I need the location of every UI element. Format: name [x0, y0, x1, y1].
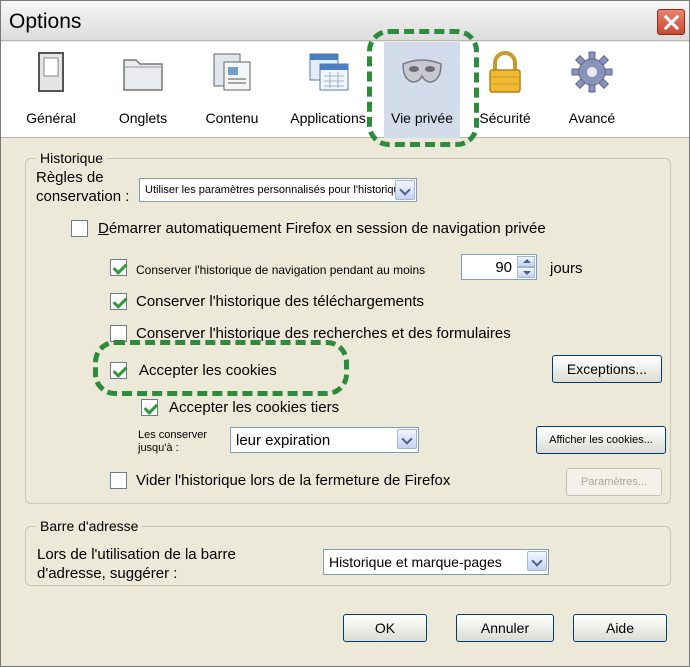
- suggest-label-line1: Lors de l'utilisation de la barre: [37, 546, 236, 563]
- help-button[interactable]: Aide: [573, 614, 667, 642]
- chevron-down-icon[interactable]: [395, 180, 415, 200]
- tab-applications-label: Applications: [290, 110, 366, 126]
- advanced-gear-icon: [571, 51, 613, 93]
- settings-button[interactable]: Paramètres...: [566, 468, 662, 496]
- address-bar-legend: Barre d'adresse: [36, 518, 143, 534]
- tab-security[interactable]: Sécurité: [467, 42, 543, 138]
- window-title: Options: [9, 10, 82, 33]
- suggest-select[interactable]: Historique et marque-pages: [323, 549, 549, 575]
- keep-history-label: Conserver l'historique de navigation pen…: [136, 263, 426, 277]
- history-days-unit: jours: [550, 260, 583, 277]
- tab-security-label: Sécurité: [479, 110, 531, 126]
- cancel-button[interactable]: Annuler: [456, 614, 554, 642]
- keep-history-checkbox[interactable]: [110, 259, 127, 276]
- ok-button-label: OK: [374, 620, 396, 636]
- tab-content[interactable]: Contenu: [191, 42, 273, 138]
- tab-applications[interactable]: Applications: [281, 42, 375, 138]
- tab-general[interactable]: Général: [15, 42, 87, 138]
- general-switch-icon: [38, 52, 64, 92]
- content-page-icon: [213, 53, 251, 91]
- tab-privacy-label: Vie privée: [390, 110, 453, 126]
- rules-label-line1: Règles de: [36, 169, 104, 186]
- cancel-button-label: Annuler: [480, 620, 530, 636]
- auto-private-checkbox[interactable]: [71, 220, 88, 237]
- chevron-down-icon[interactable]: [397, 429, 417, 449]
- suggest-value: Historique et marque-pages: [329, 554, 502, 570]
- help-button-label: Aide: [605, 620, 635, 636]
- history-days-value: 90: [495, 259, 512, 276]
- exceptions-button-label: Exceptions...: [566, 361, 648, 377]
- show-cookies-button-label: Afficher les cookies...: [549, 434, 653, 446]
- auto-private-label: Démarrer automatiquement Firefox en sess…: [98, 220, 546, 237]
- tab-content-label: Contenu: [205, 110, 259, 126]
- spin-up-icon[interactable]: [517, 256, 535, 267]
- ok-button[interactable]: OK: [343, 614, 427, 642]
- title-bar[interactable]: Options: [1, 1, 689, 41]
- spinner-buttons[interactable]: [517, 256, 535, 278]
- keep-downloads-label: Conserver l'historique des téléchargemen…: [136, 293, 425, 310]
- third-party-checkbox[interactable]: [141, 399, 158, 416]
- tab-advanced-label: Avancé: [568, 110, 616, 126]
- accept-cookies-label: Accepter les cookies: [139, 362, 277, 379]
- keep-until-select[interactable]: leur expiration: [230, 427, 419, 453]
- chevron-down-icon[interactable]: [527, 551, 547, 571]
- suggest-label-line2: d'adresse, suggérer :: [37, 565, 178, 582]
- tab-general-label: Général: [26, 110, 76, 126]
- history-days-spinner[interactable]: 90: [461, 254, 537, 280]
- clear-on-close-label: Vider l'historique lors de la fermeture …: [136, 472, 451, 489]
- security-lock-icon: [489, 51, 521, 93]
- history-legend: Historique: [36, 150, 108, 166]
- auto-private-label-rest: émarrer automatiquement Firefox en sessi…: [108, 220, 546, 237]
- third-party-label: Accepter les cookies tiers: [169, 399, 340, 416]
- keep-until-value: leur expiration: [236, 432, 331, 449]
- tab-privacy[interactable]: Vie privée: [384, 42, 460, 138]
- tab-tabs[interactable]: Onglets: [105, 42, 181, 138]
- spin-down-icon[interactable]: [517, 267, 535, 278]
- close-button[interactable]: [657, 9, 685, 35]
- settings-button-label: Paramètres...: [580, 476, 648, 488]
- history-rules-select[interactable]: Utiliser les paramètres personnalisés po…: [139, 178, 417, 202]
- tab-tabs-label: Onglets: [118, 110, 168, 126]
- applications-window-icon: [309, 53, 349, 91]
- keep-search-label: Conserver l'historique des recherches et…: [136, 325, 511, 342]
- pane-toolbar: Général Onglets Contenu Applications Vie…: [1, 42, 689, 138]
- accept-cookies-checkbox[interactable]: [110, 362, 127, 379]
- keep-until-line2: jusqu'à :: [138, 442, 179, 454]
- options-dialog: Options Général Onglets Contenu Applicat…: [0, 0, 690, 667]
- rules-label-line2: conservation :: [36, 188, 130, 205]
- keep-downloads-checkbox[interactable]: [110, 293, 127, 310]
- clear-on-close-checkbox[interactable]: [110, 472, 127, 489]
- keep-search-checkbox[interactable]: [110, 325, 127, 342]
- privacy-mask-icon: [402, 59, 442, 83]
- exceptions-button[interactable]: Exceptions...: [552, 355, 662, 383]
- tabs-folder-icon: [123, 59, 163, 91]
- history-rules-value: Utiliser les paramètres personnalisés po…: [145, 184, 406, 196]
- show-cookies-button[interactable]: Afficher les cookies...: [536, 426, 666, 454]
- keep-until-line1: Les conserver: [138, 429, 208, 441]
- tab-advanced[interactable]: Avancé: [557, 42, 627, 138]
